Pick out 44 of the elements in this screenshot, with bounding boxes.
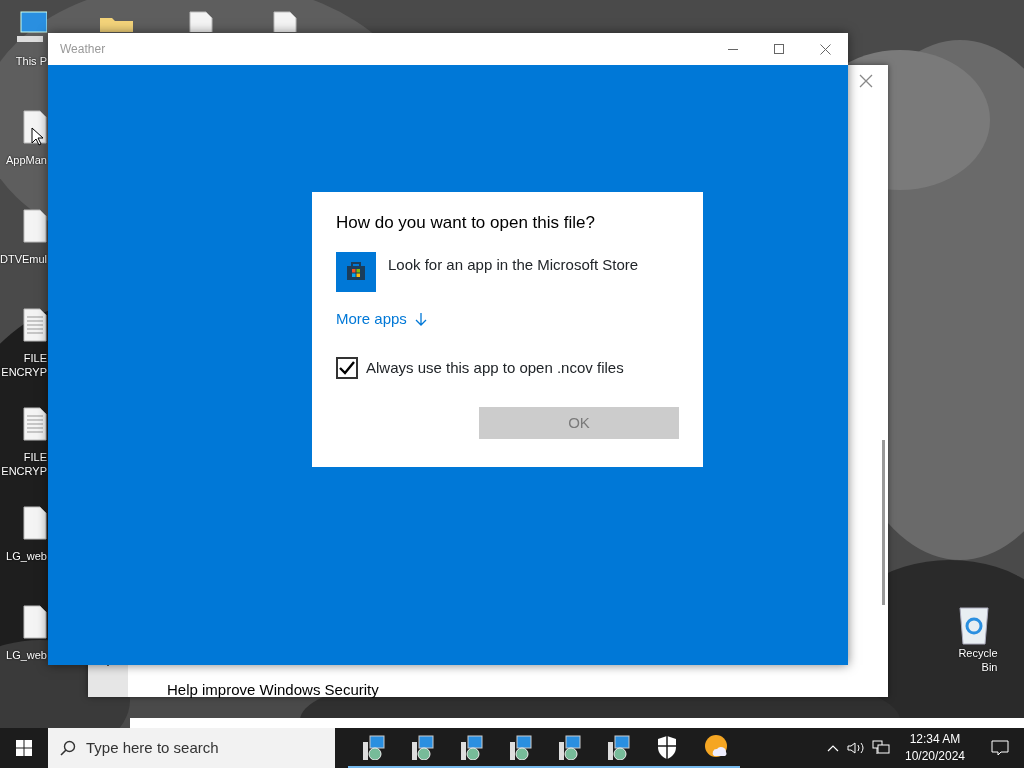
store-option[interactable]: Look for an app in the Microsoft Store	[388, 253, 639, 276]
checkmark-icon	[339, 360, 355, 375]
clock-time[interactable]: 12:34 AM	[909, 731, 961, 748]
icon-label: Recycle Bin	[957, 646, 998, 674]
icon-label: DTVEmul	[0, 252, 47, 266]
icon-label: This P	[15, 54, 47, 68]
notification-icon	[991, 740, 1009, 756]
icon-label: FILE ENCRYP	[0, 351, 47, 379]
installer-icon	[409, 734, 434, 760]
icon-label: LG_web	[6, 648, 47, 662]
help-link[interactable]: Help improve Windows Security	[167, 679, 379, 702]
installer-icon	[360, 734, 385, 760]
more-apps-link[interactable]: More apps	[336, 307, 427, 330]
close-icon	[819, 43, 831, 55]
icon-label: LG_web	[6, 549, 47, 563]
installer-icon	[556, 734, 581, 760]
search-icon	[60, 740, 76, 756]
icon-label: FILE ENCRYP	[0, 450, 47, 478]
store-icon[interactable]	[336, 251, 376, 292]
minimize-icon	[728, 48, 738, 50]
installer-icon	[458, 734, 483, 760]
file-icon[interactable]	[23, 604, 47, 640]
speaker-icon[interactable]	[847, 741, 865, 755]
installer-icon	[605, 734, 630, 760]
window-title: Weather	[59, 41, 107, 58]
network-icon[interactable]	[872, 740, 890, 756]
icon-label: AppMan	[6, 153, 47, 167]
installer-icon	[507, 734, 532, 760]
file-icon[interactable]	[23, 208, 47, 244]
checkbox-label: Always use this app to open .ncov files	[366, 357, 624, 378]
file-icon[interactable]	[23, 505, 47, 541]
maximize-icon	[774, 44, 784, 54]
down-arrow-icon	[414, 311, 427, 326]
mouse-cursor-icon	[31, 127, 43, 146]
clock-date[interactable]: 10/20/2024	[904, 748, 966, 765]
windows-logo-icon	[16, 740, 32, 756]
search-field[interactable]: Type here to search	[48, 728, 335, 768]
document-icon[interactable]	[23, 307, 47, 343]
checkbox[interactable]	[336, 356, 358, 379]
dialog-heading: How do you want to open this file?	[336, 212, 596, 234]
weather-icon	[703, 734, 728, 760]
close-icon[interactable]	[859, 74, 873, 88]
chevron-up-icon[interactable]	[827, 744, 839, 752]
document-icon[interactable]	[23, 406, 47, 442]
